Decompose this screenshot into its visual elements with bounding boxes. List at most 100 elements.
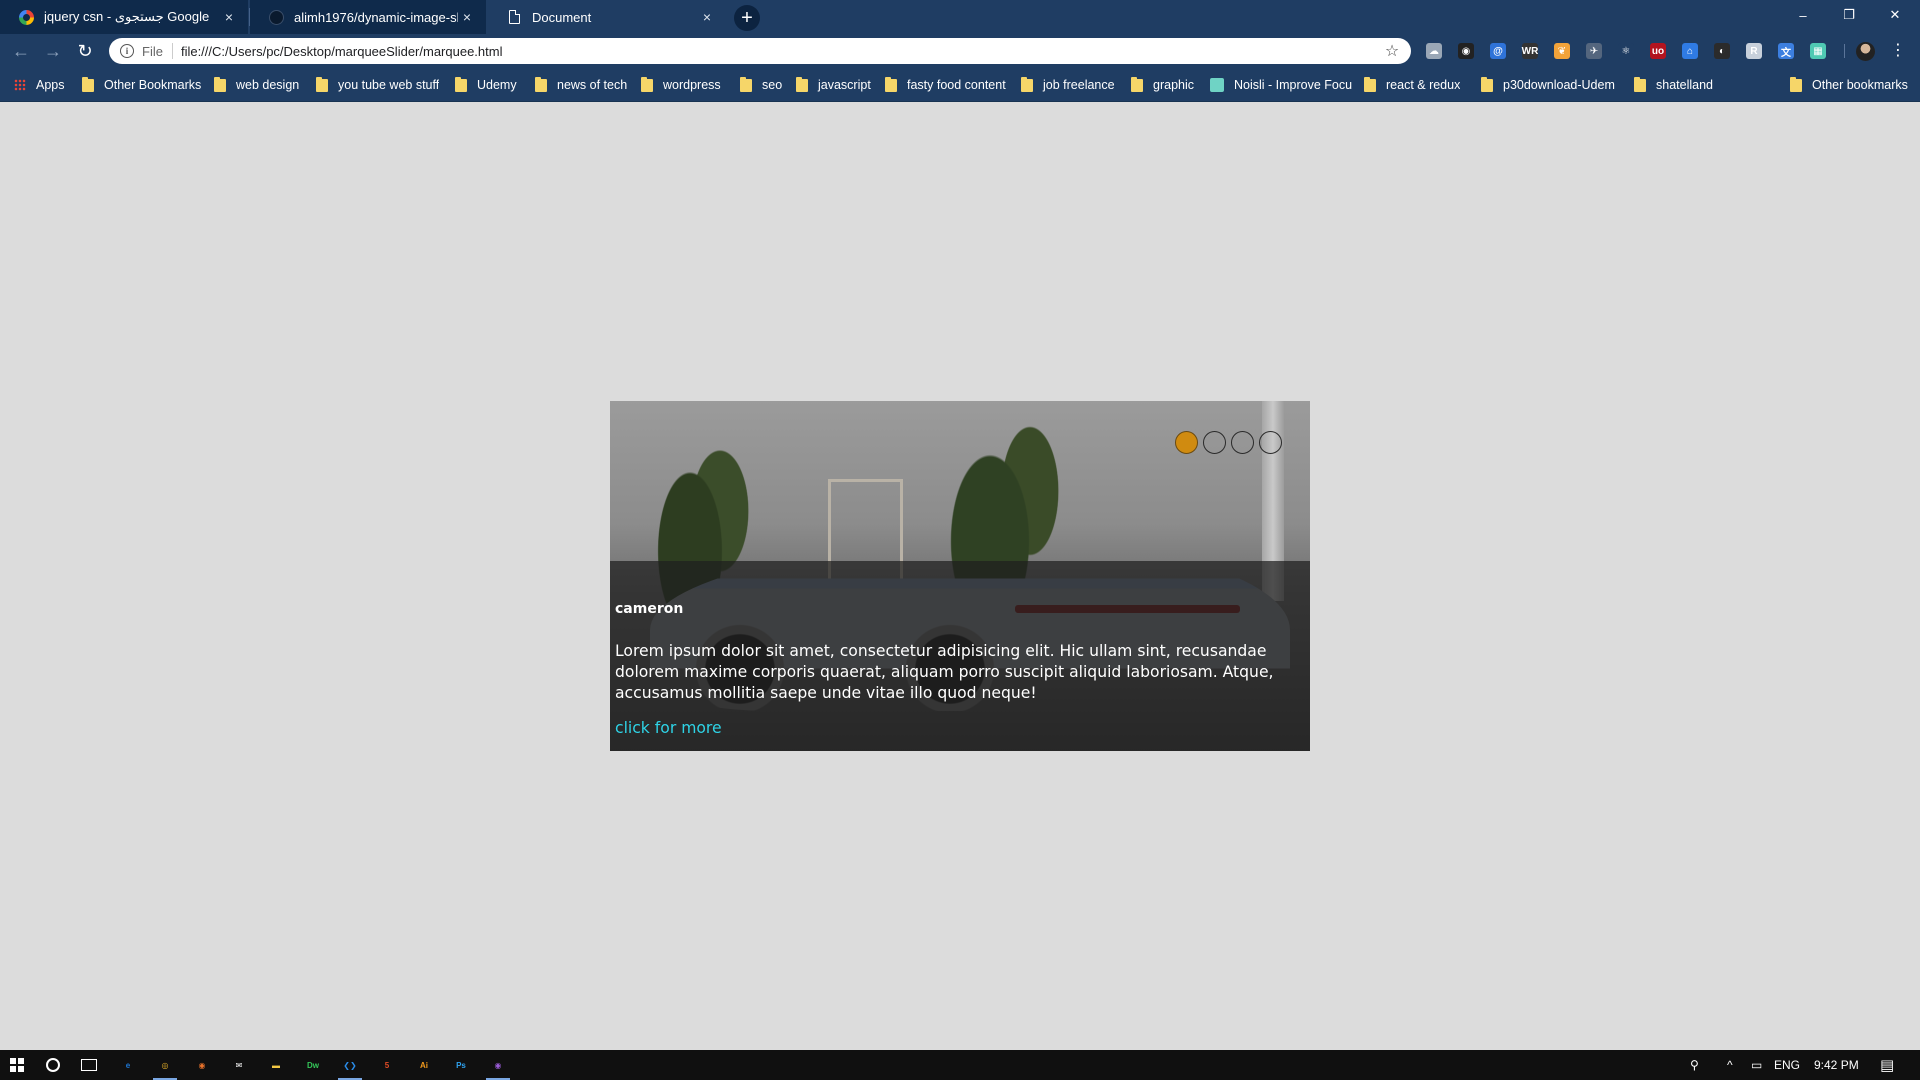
cloud-extension-icon[interactable]: ☁ [1426,43,1442,59]
ublock-extension-icon[interactable]: uo [1650,43,1666,59]
plane-extension-icon[interactable]: ✈ [1586,43,1602,59]
minimize-button[interactable]: – [1780,0,1826,30]
cortana-button[interactable] [39,1053,67,1077]
app-glyph: ❮❯ [343,1060,357,1070]
bookmark-noisli-improve-focu[interactable]: Noisli - Improve Focu [1210,76,1352,94]
folder-icon [1790,76,1802,92]
notification-icon[interactable]: ▤ [1880,1050,1894,1080]
bookmark-label: p30download-Udem [1503,78,1615,92]
photoshop-taskbar-icon[interactable]: Ps [447,1053,475,1077]
bookmark-label: you tube web stuff [338,78,440,92]
bookmark-shatelland[interactable]: shatelland [1634,76,1713,94]
bookmark-label: news of tech [557,78,628,92]
slider-dot-4[interactable] [1259,431,1282,454]
bookmark-you-tube-web-stuff[interactable]: you tube web stuff [316,76,439,94]
clock[interactable]: 9:42 PM [1814,1050,1859,1080]
cortana-icon [46,1058,60,1072]
url-text[interactable]: file:///C:/Users/pc/Desktop/marqueeSlide… [181,44,1379,59]
tab-github-repo[interactable]: alimh1976/dynamic-image-slider × [250,0,486,34]
grid-extension-icon[interactable]: ▦ [1810,43,1826,59]
forward-button[interactable]: → [41,40,65,62]
close-window-button[interactable]: ✕ [1872,0,1918,30]
wr-extension-icon[interactable]: WR [1522,43,1538,59]
slider-dot-3[interactable] [1231,431,1254,454]
explorer-taskbar-icon[interactable]: ▬ [262,1053,290,1077]
people-icon[interactable]: ⚲ [1690,1050,1699,1080]
edge-taskbar-icon[interactable]: e [114,1053,142,1077]
bookmark-other-bookmarks[interactable]: Other Bookmarks [82,76,201,94]
bookmark-label: Noisli - Improve Focu [1234,78,1353,92]
reload-button[interactable]: ↻ [73,40,97,62]
folder-icon [1021,76,1033,92]
extensions-separator [1844,44,1845,58]
address-bar[interactable]: i File file:///C:/Users/pc/Desktop/marqu… [109,38,1411,64]
tray-chevron-icon[interactable]: ^ [1727,1050,1733,1080]
home-extension-icon[interactable]: ⌂ [1682,43,1698,59]
bookmark-label: shatelland [1656,78,1713,92]
language-indicator[interactable]: ENG [1774,1050,1800,1080]
bookmark-p30download-udem[interactable]: p30download-Udem [1481,76,1615,94]
folder-icon [796,76,808,92]
bookmark-job-freelance[interactable]: job freelance [1021,76,1115,94]
bookmark-graphic[interactable]: graphic [1131,76,1194,94]
bookmark-udemy[interactable]: Udemy [455,76,517,94]
tab-google-search[interactable]: jquery csn - جستجوی Google × [0,0,248,34]
image-slider[interactable]: cameron Lorem ipsum dolor sit amet, cons… [610,401,1310,751]
vscode-taskbar-icon[interactable]: ❮❯ [336,1053,364,1080]
bookmark-label: Apps [36,78,65,92]
bookmark-star-icon[interactable]: ☆ [1379,41,1405,61]
leaf-extension-icon[interactable]: ❦ [1554,43,1570,59]
restore-button[interactable]: ❐ [1826,0,1872,30]
folder-icon [316,76,328,92]
folder-icon [885,76,897,92]
profile-avatar[interactable] [1856,42,1875,61]
bookmark-fasty-food-content[interactable]: fasty food content [885,76,1006,94]
firefox-taskbar-icon[interactable]: ◉ [188,1053,216,1077]
bookmark-label: fasty food content [907,78,1006,92]
app-glyph: Dw [307,1060,319,1070]
start-button[interactable] [3,1053,31,1077]
app-glyph: Ps [456,1060,466,1070]
bookmark-label: Other bookmarks [1812,78,1908,92]
html5-taskbar-icon[interactable]: 5 [373,1053,401,1077]
illustrator-taskbar-icon[interactable]: Ai [410,1053,438,1077]
close-tab-icon[interactable]: × [220,8,238,26]
tab-title: jquery csn - جستجوی Google [44,9,210,24]
bookmark-label: job freelance [1043,78,1115,92]
close-tab-icon[interactable]: × [458,8,476,26]
task-view-button[interactable] [75,1053,103,1077]
info-icon[interactable]: i [120,44,134,58]
click-for-more-link[interactable]: click for more [615,719,722,737]
bookmark-apps[interactable]: Apps [14,76,65,94]
bookmark-web-design[interactable]: web design [214,76,299,94]
new-tab-button[interactable]: + [734,5,760,31]
caption-text: Lorem ipsum dolor sit amet, consectetur … [615,642,1274,702]
close-tab-icon[interactable]: × [698,8,716,26]
back-button[interactable]: ← [9,40,33,62]
dreamweaver-taskbar-icon[interactable]: Dw [299,1053,327,1077]
app-glyph: ✉ [235,1060,243,1070]
owl-extension-icon[interactable]: ◉ [1458,43,1474,59]
battery-icon[interactable]: ▭ [1751,1050,1762,1080]
bookmark-seo[interactable]: seo [740,76,782,94]
tab-document[interactable]: Document × [488,0,726,34]
gauge-extension-icon[interactable]: ◐ [1714,43,1730,59]
app-glyph: ◎ [161,1060,169,1070]
slider-dot-1[interactable] [1175,431,1198,454]
chrome-taskbar-icon[interactable]: ◎ [151,1053,179,1080]
translate-extension-icon[interactable]: 文 [1778,43,1794,59]
bookmark-news-of-tech[interactable]: news of tech [535,76,627,94]
react-extension-icon[interactable]: ⚛ [1618,43,1634,59]
r-extension-icon[interactable]: R [1746,43,1762,59]
menu-icon[interactable]: ⋮ [1890,41,1906,61]
caption-title: cameron [615,601,684,617]
mail-taskbar-icon[interactable]: ✉ [225,1053,253,1077]
bookmark-label: javascript [818,78,871,92]
bookmark-javascript[interactable]: javascript [796,76,871,94]
slider-dot-2[interactable] [1203,431,1226,454]
bookmark-wordpress[interactable]: wordpress [641,76,721,94]
bookmark-react-redux[interactable]: react & redux [1364,76,1460,94]
podcast-taskbar-icon[interactable]: ◉ [484,1053,512,1080]
bookmark-other-bookmarks[interactable]: Other bookmarks [1790,76,1908,94]
at-extension-icon[interactable]: @ [1490,43,1506,59]
